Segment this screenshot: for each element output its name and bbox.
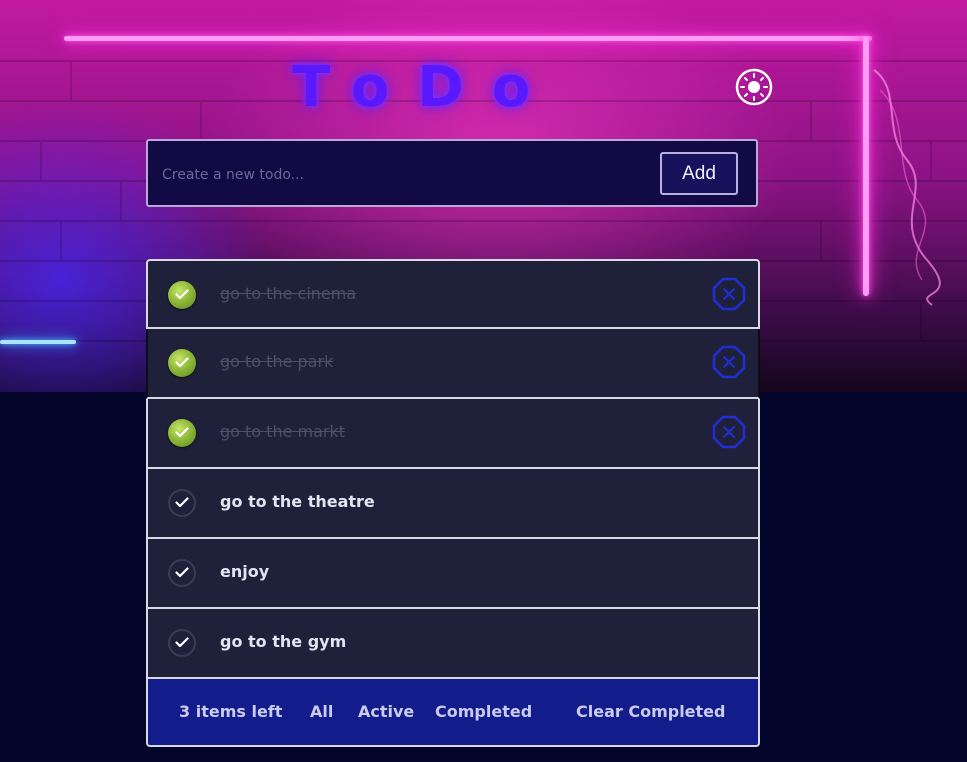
todo-text: enjoy	[220, 562, 270, 581]
todo-text: go to the theatre	[220, 492, 375, 511]
filter-active[interactable]: Active	[358, 702, 414, 721]
check-icon	[175, 289, 189, 300]
check-icon	[175, 637, 189, 648]
todo-text: go to the gym	[220, 632, 347, 651]
checkbox-completed[interactable]	[168, 349, 196, 377]
new-todo-form: Add	[146, 139, 758, 207]
delete-button[interactable]	[712, 277, 746, 311]
sun-icon	[735, 68, 773, 106]
filter-all[interactable]: All	[310, 702, 333, 721]
todo-text: go to the markt	[220, 422, 346, 441]
brick-joint	[820, 222, 822, 260]
brick-joint	[200, 102, 202, 140]
neon-wire	[873, 69, 941, 306]
delete-button[interactable]	[712, 415, 746, 449]
items-left-count: 3 items left	[179, 702, 283, 721]
check-icon	[175, 567, 189, 578]
brick-joint	[120, 182, 122, 220]
todo-item: go to the gym	[146, 609, 760, 679]
neon-tube-blue	[0, 340, 76, 344]
checkbox-completed[interactable]	[168, 419, 196, 447]
checkbox[interactable]	[168, 559, 196, 587]
brick-joint	[70, 62, 72, 100]
close-circle-icon	[712, 277, 746, 311]
brick-joint	[60, 222, 62, 260]
todo-footer: 3 items left All Active Completed Clear …	[146, 679, 760, 747]
neon-tube-right	[863, 36, 869, 296]
todo-text: go to the park	[220, 352, 334, 371]
close-circle-icon	[712, 415, 746, 449]
todo-item: enjoy	[146, 539, 760, 609]
close-circle-icon	[712, 345, 746, 379]
todo-text: go to the cinema	[220, 284, 357, 303]
neon-tube-top	[64, 36, 872, 41]
filter-completed[interactable]: Completed	[435, 702, 532, 721]
check-icon	[175, 497, 189, 508]
todo-item: go to the cinema	[146, 259, 760, 329]
app-title: ToDo	[292, 55, 559, 120]
checkbox[interactable]	[168, 629, 196, 657]
check-icon	[175, 357, 189, 368]
todo-item: go to the park	[146, 329, 760, 399]
theme-toggle-button[interactable]	[734, 67, 774, 107]
brick-joint	[810, 102, 812, 140]
delete-button[interactable]	[712, 345, 746, 379]
todo-list: go to the cinema go to the park go to th…	[146, 259, 760, 747]
clear-completed-button[interactable]: Clear Completed	[576, 702, 725, 721]
todo-item: go to the markt	[146, 399, 760, 469]
new-todo-input[interactable]	[160, 161, 644, 189]
check-icon	[175, 427, 189, 438]
todo-item: go to the theatre	[146, 469, 760, 539]
checkbox[interactable]	[168, 489, 196, 517]
add-button[interactable]: Add	[660, 152, 738, 195]
brick-joint	[40, 142, 42, 180]
checkbox-completed[interactable]	[168, 281, 196, 309]
